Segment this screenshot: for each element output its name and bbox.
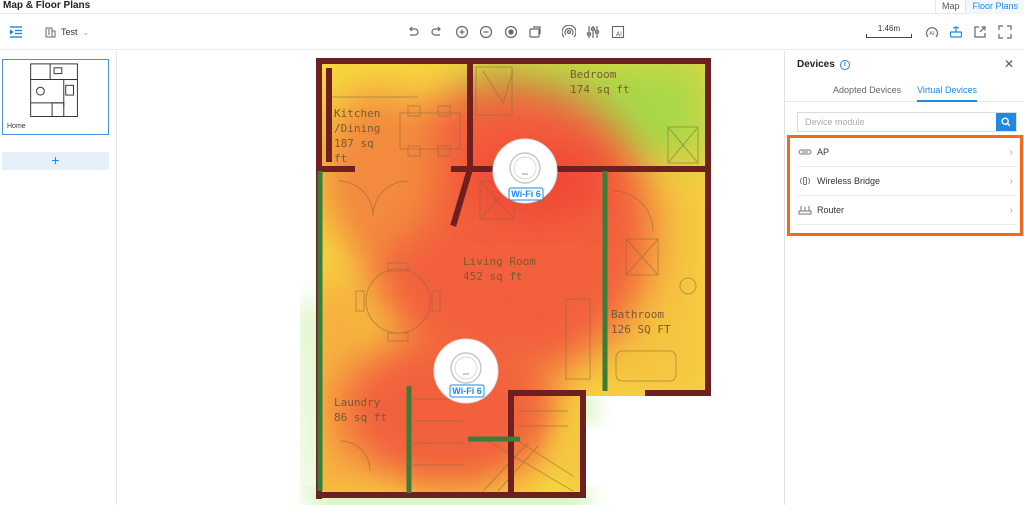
site-select-value: Test (61, 27, 78, 37)
device-item-label: Wireless Bridge (817, 176, 881, 186)
scale-indicator: 1.46m (866, 24, 912, 38)
room-area-kitchen-unit: ft (334, 152, 347, 165)
zoom-in-icon[interactable] (454, 24, 470, 40)
device-item-label: AP (817, 147, 830, 157)
close-icon[interactable]: ✕ (1004, 57, 1014, 71)
fullscreen-icon[interactable] (997, 24, 1013, 40)
top-nav: Map Floor Plans (934, 0, 1024, 14)
tab-virtual-devices[interactable]: Virtual Devices (917, 82, 977, 102)
zoom-out-icon[interactable] (478, 24, 494, 40)
room-label-laundry: Laundry (334, 396, 381, 409)
device-search (797, 112, 1017, 132)
chevron-right-icon: › (1009, 205, 1013, 216)
devices-header: Devices i (797, 59, 850, 70)
list-indent-icon[interactable] (8, 24, 24, 40)
room-area-bedroom: 174 sq ft (570, 83, 630, 96)
svg-text:AI: AI (929, 31, 935, 37)
chevron-right-icon: › (1009, 147, 1013, 158)
building-icon (45, 27, 56, 38)
ai-text-icon[interactable]: AI (924, 24, 940, 40)
room-area-living: 452 sq ft (463, 270, 523, 283)
room-label-dining: /Dining (334, 122, 380, 135)
device-item-label: Router (817, 205, 845, 215)
access-point-2[interactable]: Wi-Fi 6 (433, 338, 499, 404)
devices-title: Devices (797, 59, 835, 70)
tab-adopted-devices[interactable]: Adopted Devices (833, 82, 901, 102)
room-area-laundry: 86 sq ft (334, 411, 387, 424)
floor-plan-canvas[interactable]: Bedroom 174 sq ft Kitchen /Dining 187 sq… (118, 51, 783, 505)
add-floor-button[interactable]: + (2, 152, 109, 170)
page-title: Map & Floor Plans (3, 0, 91, 11)
redo-icon[interactable] (429, 24, 445, 40)
device-item-ap[interactable]: AP › (797, 138, 1017, 167)
room-label-bedroom: Bedroom (570, 68, 617, 81)
room-label-bathroom: Bathroom (611, 308, 664, 321)
chevron-down-icon: ⌄ (82, 27, 90, 37)
floor-thumbnail-home[interactable]: Home (2, 59, 109, 135)
device-search-input[interactable] (798, 113, 996, 131)
svg-text:AI: AI (616, 31, 622, 38)
chevron-right-icon: › (1009, 176, 1013, 187)
room-label-living: Living Room (463, 255, 536, 268)
room-area-bathroom: 126 SQ FT (611, 323, 671, 336)
wireless-bridge-icon (797, 175, 813, 187)
room-area-kitchen: 187 sq (334, 137, 374, 150)
scale-label: 1.46m (877, 24, 901, 33)
tab-map[interactable]: Map (934, 0, 966, 14)
adjust-icon[interactable] (585, 24, 601, 40)
tab-floor-plans[interactable]: Floor Plans (965, 0, 1024, 14)
floor-plan[interactable]: Bedroom 174 sq ft Kitchen /Dining 187 sq… (118, 51, 783, 505)
ai-icon[interactable]: AI (610, 24, 626, 40)
floor-name: Home (7, 123, 26, 130)
locate-icon[interactable] (503, 24, 519, 40)
router-icon (797, 204, 813, 216)
access-point-1[interactable]: Wi-Fi 6 (492, 138, 558, 204)
router-icon[interactable] (948, 24, 964, 40)
devices-panel: Devices i ✕ Adopted Devices Virtual Devi… (784, 51, 1024, 505)
toolbar: Test ⌄ AI 1.46m AI (0, 14, 1024, 50)
room-label-kitchen: Kitchen (334, 107, 380, 120)
site-select[interactable]: Test ⌄ (44, 26, 89, 38)
fit-icon[interactable] (527, 24, 543, 40)
signal-icon[interactable] (561, 24, 577, 40)
info-icon[interactable]: i (839, 59, 850, 70)
floor-list-panel: Home + (0, 51, 117, 505)
top-bar: Map & Floor Plans Map Floor Plans (0, 0, 1024, 14)
device-item-router[interactable]: Router › (797, 196, 1017, 225)
undo-icon[interactable] (405, 24, 421, 40)
device-tabs: Adopted Devices Virtual Devices (785, 82, 1024, 102)
scale-bar (866, 34, 912, 38)
search-icon (1001, 117, 1011, 127)
ap-1-label: Wi-Fi 6 (511, 189, 540, 199)
device-list: AP › Wireless Bridge › Router › (797, 138, 1017, 225)
search-button[interactable] (996, 113, 1016, 131)
device-item-wireless-bridge[interactable]: Wireless Bridge › (797, 167, 1017, 196)
ap-2-label: Wi-Fi 6 (452, 386, 481, 396)
ap-icon (797, 146, 813, 158)
export-icon[interactable] (972, 24, 988, 40)
